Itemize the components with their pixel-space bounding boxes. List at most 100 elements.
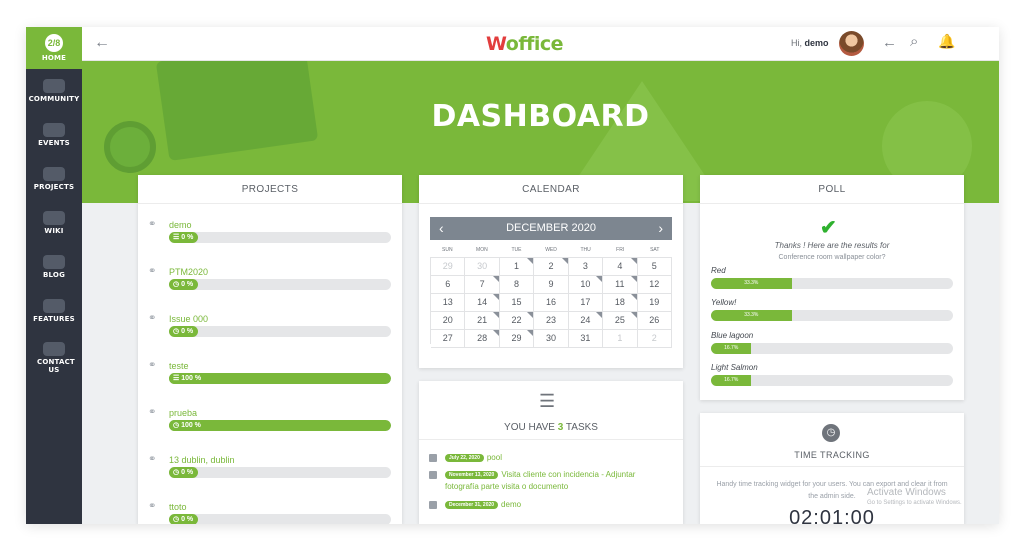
sidebar-item-features[interactable]: FEATURES	[26, 289, 82, 333]
task-title: pool	[486, 453, 502, 462]
calendar-day[interactable]: 5	[637, 258, 672, 276]
calendar-day[interactable]: 10	[568, 276, 604, 294]
time-tracking-heading: TIME TRACKING	[794, 450, 870, 460]
poll-option: Light Salmon	[711, 363, 758, 372]
calendar-day[interactable]: 27	[431, 330, 466, 348]
check-icon: ✔	[820, 217, 837, 239]
sidebar-item-home[interactable]: 2/8 HOME	[26, 27, 82, 69]
task-checkbox[interactable]	[429, 454, 437, 462]
calendar-day[interactable]: 8	[499, 276, 535, 294]
calendar-day[interactable]: 1	[603, 330, 638, 348]
task-text[interactable]: November 13, 2020 Visita cliente con inci…	[445, 469, 667, 493]
sidebar-item-blog[interactable]: BLOG	[26, 245, 82, 289]
calendar-day[interactable]: 30	[534, 330, 569, 348]
calendar-day[interactable]: 25	[603, 312, 638, 330]
calendar-day[interactable]: 31	[568, 330, 604, 348]
calendar-day[interactable]: 16	[534, 294, 569, 312]
avatar[interactable]	[839, 31, 864, 56]
project-item[interactable]: ⚭ teste ☰ 100 %	[148, 359, 393, 406]
calendar-widget: CALENDAR ‹ DECEMBER 2020 › SUN MON TUE WED T…	[419, 175, 683, 368]
project-icon: ⚭	[148, 266, 157, 277]
task-checkbox[interactable]	[429, 501, 437, 509]
project-name[interactable]: teste	[169, 361, 189, 371]
project-name[interactable]: ttoto	[169, 502, 187, 512]
calendar-heading: CALENDAR	[419, 175, 683, 204]
project-name[interactable]: 13 dublin, dublin	[169, 455, 235, 465]
calendar-day[interactable]: 12	[637, 276, 672, 294]
project-item[interactable]: ⚭ 13 dublin, dublin ◷ 0 %	[148, 453, 393, 500]
project-progress-track	[169, 514, 391, 524]
calendar-day[interactable]: 15	[499, 294, 535, 312]
sidebar-item-label: WIKI	[44, 227, 64, 235]
project-item[interactable]: ⚭ demo ☰ 0 %	[148, 218, 393, 265]
sidebar-item-label: EVENTS	[38, 139, 70, 147]
project-name[interactable]: PTM2020	[169, 267, 208, 277]
calendar-day[interactable]: 13	[431, 294, 466, 312]
task-date: December 31, 2020	[445, 501, 499, 509]
calendar-day[interactable]: 2	[534, 258, 569, 276]
windows-activation-watermark: Activate Windows Go to Settings to activ…	[867, 487, 962, 506]
sidebar-item-wiki[interactable]: WIKI	[26, 201, 82, 245]
calendar-day[interactable]: 9	[534, 276, 569, 294]
sidebar-item-label: BLOG	[42, 271, 66, 279]
task-text[interactable]: December 31, 2020 demo	[445, 499, 667, 511]
calendar-day[interactable]: 28	[465, 330, 500, 348]
sidebar-item-label: HOME	[41, 54, 67, 62]
project-name[interactable]: demo	[169, 220, 192, 230]
task-title: demo	[501, 500, 522, 509]
calendar-day[interactable]: 3	[568, 258, 604, 276]
calendar-day[interactable]: 24	[568, 312, 604, 330]
sidebar-item-events[interactable]: EVENTS	[26, 113, 82, 157]
chevron-right-icon[interactable]: ›	[658, 220, 663, 236]
project-name[interactable]: prueba	[169, 408, 197, 418]
project-item[interactable]: ⚭ PTM2020 ◷ 0 %	[148, 265, 393, 312]
sidebar-item-label: PROJECTS	[33, 183, 75, 191]
calendar-day[interactable]: 1	[499, 258, 535, 276]
task-checkbox[interactable]	[429, 471, 437, 479]
arrow-left-icon[interactable]: ←	[882, 34, 897, 51]
calendar-day[interactable]: 14	[465, 294, 500, 312]
task-text[interactable]: July 22, 2020 pool	[445, 452, 667, 464]
calendar-day[interactable]: 20	[431, 312, 466, 330]
calendar-day[interactable]: 4	[603, 258, 638, 276]
calendar-day[interactable]: 23	[534, 312, 569, 330]
user-greeting[interactable]: Hi, demo	[791, 38, 829, 48]
project-icon: ⚭	[148, 407, 157, 418]
project-name[interactable]: Issue 000	[169, 314, 208, 324]
project-item[interactable]: ⚭ ttoto ◷ 0 %	[148, 500, 393, 524]
logo[interactable]: Woffice	[486, 33, 564, 55]
calendar-day[interactable]: 29	[431, 258, 466, 276]
sidebar-item-contact-us[interactable]: CONTACT US	[26, 333, 82, 383]
time-tracking-widget: ◷ TIME TRACKING Handy time tracking widg…	[700, 413, 964, 524]
calendar-day[interactable]: 19	[637, 294, 672, 312]
calendar-day[interactable]: 18	[603, 294, 638, 312]
app-window: 2/8 HOME COMMUNITY EVENTS PROJECTS WIKI …	[26, 27, 999, 524]
calendar-day[interactable]: 6	[431, 276, 466, 294]
bell-icon[interactable]: 🔔	[938, 33, 955, 50]
calendar-day[interactable]: 22	[499, 312, 535, 330]
sidebar-item-community[interactable]: COMMUNITY	[26, 69, 82, 113]
search-icon[interactable]: ⌕	[910, 33, 918, 50]
calendar-day[interactable]: 11	[603, 276, 638, 294]
project-item[interactable]: ⚭ Issue 000 ◷ 0 %	[148, 312, 393, 359]
username: demo	[804, 38, 829, 48]
tasks-title-suffix: TASKS	[565, 422, 598, 433]
poll-option: Blue lagoon	[711, 331, 754, 340]
sidebar-item-projects[interactable]: PROJECTS	[26, 157, 82, 201]
sidebar-item-label: CONTACT US	[37, 358, 75, 374]
poll-option: Red	[711, 266, 726, 275]
calendar-day[interactable]: 30	[465, 258, 500, 276]
poll-thanks: Thanks ! Here are the results for	[774, 241, 890, 250]
project-item[interactable]: ⚭ prueba ◷ 100 %	[148, 406, 393, 453]
tasks-title-prefix: YOU HAVE	[504, 422, 555, 433]
poll-bar-track: 16.7%	[711, 343, 953, 354]
project-icon: ⚭	[148, 454, 157, 465]
arrow-left-icon[interactable]: ←	[94, 34, 110, 52]
calendar-day[interactable]: 7	[465, 276, 500, 294]
calendar-day[interactable]: 21	[465, 312, 500, 330]
calendar-day[interactable]: 26	[637, 312, 672, 330]
calendar-day[interactable]: 29	[499, 330, 535, 348]
features-icon	[43, 299, 65, 313]
calendar-day[interactable]: 17	[568, 294, 604, 312]
calendar-day[interactable]: 2	[637, 330, 672, 348]
